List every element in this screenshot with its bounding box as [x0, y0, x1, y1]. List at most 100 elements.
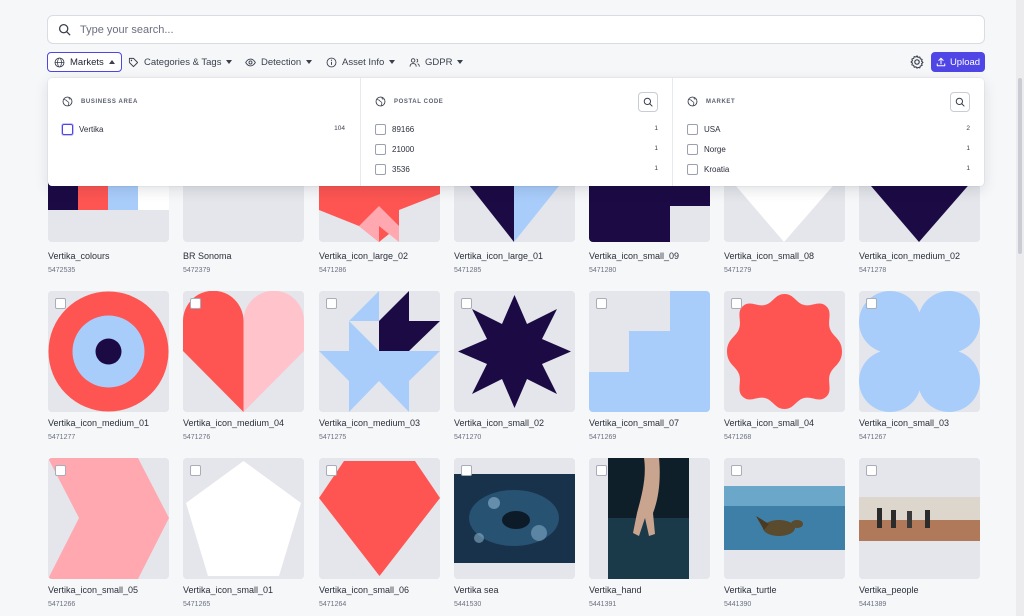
- asset-select-checkbox[interactable]: [731, 298, 742, 309]
- markets-filter-label: Markets: [70, 56, 104, 68]
- search-input[interactable]: [80, 23, 880, 36]
- asset-id: 5441530: [454, 601, 482, 608]
- gdpr-filter-label: GDPR: [425, 56, 453, 68]
- globe-icon: [54, 57, 65, 67]
- postal-code-search-button[interactable]: [638, 92, 658, 112]
- business-area-option-vertika[interactable]: Vertika: [62, 123, 103, 135]
- asset-thumbnail[interactable]: [454, 291, 575, 412]
- checkbox[interactable]: [375, 123, 386, 135]
- asset-name[interactable]: Vertika_icon_small_09: [589, 251, 679, 261]
- asset-thumbnail[interactable]: [183, 291, 304, 412]
- asset-select-checkbox[interactable]: [190, 465, 201, 476]
- asset-name[interactable]: Vertika_icon_small_07: [589, 418, 679, 428]
- asset-name[interactable]: Vertika_icon_small_08: [724, 251, 814, 261]
- asset-name[interactable]: Vertika_colours: [48, 251, 110, 261]
- asset-name[interactable]: Vertika_icon_small_04: [724, 418, 814, 428]
- asset-name[interactable]: Vertika_icon_small_01: [183, 585, 273, 595]
- asset-id: 5471267: [859, 434, 887, 441]
- checkbox[interactable]: [62, 123, 73, 135]
- business-area-heading: BUSINESS AREA: [62, 96, 138, 107]
- asset-id: 5471269: [589, 434, 617, 441]
- asset-select-checkbox[interactable]: [55, 298, 66, 309]
- asset-select-checkbox[interactable]: [326, 465, 337, 476]
- asset-select-checkbox[interactable]: [866, 465, 877, 476]
- postal-code-option[interactable]: 3536: [375, 163, 410, 175]
- filter-toolbar: Markets Categories & Tags Detection Asse…: [47, 52, 985, 72]
- asset-name[interactable]: Vertika_icon_medium_02: [859, 251, 960, 261]
- checkbox[interactable]: [687, 123, 698, 135]
- asset-thumbnail[interactable]: [48, 291, 169, 412]
- asset-thumbnail[interactable]: [724, 458, 845, 579]
- option-count: 2: [966, 125, 970, 132]
- asset-name[interactable]: Vertika_icon_small_06: [319, 585, 409, 595]
- asset-select-checkbox[interactable]: [461, 465, 472, 476]
- asset-thumbnail[interactable]: [454, 458, 575, 579]
- asset-thumbnail[interactable]: [589, 458, 710, 579]
- market-option[interactable]: Norge: [687, 143, 726, 155]
- postal-code-option[interactable]: 89166: [375, 123, 414, 135]
- asset-name[interactable]: Vertika_icon_large_01: [454, 251, 543, 261]
- checkbox[interactable]: [687, 163, 698, 175]
- markets-filter-button[interactable]: Markets: [47, 52, 122, 72]
- option-count: 1: [966, 165, 970, 172]
- asset-thumbnail[interactable]: [589, 291, 710, 412]
- asset-id: 5441390: [724, 601, 752, 608]
- markets-dropdown-panel: BUSINESS AREA Vertika 104 POSTAL CODE 89…: [48, 78, 984, 186]
- asset-name[interactable]: Vertika_hand: [589, 585, 642, 595]
- chevron-down-icon: [389, 60, 396, 64]
- asset-id: 5471280: [589, 267, 617, 274]
- asset-name[interactable]: Vertika_icon_small_03: [859, 418, 949, 428]
- asset-select-checkbox[interactable]: [190, 298, 201, 309]
- asset-thumbnail[interactable]: [859, 291, 980, 412]
- postal-code-heading: POSTAL CODE: [375, 96, 443, 107]
- asset-select-checkbox[interactable]: [596, 465, 607, 476]
- asset-id: 5471266: [48, 601, 76, 608]
- scrollbar-thumb[interactable]: [1018, 78, 1022, 254]
- asset-thumbnail[interactable]: [724, 291, 845, 412]
- categories-tags-filter-label: Categories & Tags: [144, 56, 222, 68]
- search-bar[interactable]: [47, 15, 985, 44]
- gear-icon[interactable]: [909, 54, 925, 70]
- asset-id: 5472535: [48, 267, 76, 274]
- asset-select-checkbox[interactable]: [326, 298, 337, 309]
- gdpr-filter-button[interactable]: GDPR: [403, 52, 469, 72]
- asset-name[interactable]: Vertika_icon_medium_01: [48, 418, 149, 428]
- asset-select-checkbox[interactable]: [461, 298, 472, 309]
- upload-button[interactable]: Upload: [931, 52, 985, 72]
- asset-id: 5471278: [859, 267, 887, 274]
- market-option[interactable]: USA: [687, 123, 720, 135]
- asset-name[interactable]: Vertika_icon_medium_04: [183, 418, 284, 428]
- asset-select-checkbox[interactable]: [596, 298, 607, 309]
- asset-id: 5471265: [183, 601, 211, 608]
- globe-icon: [687, 96, 698, 107]
- market-option[interactable]: Kroatia: [687, 163, 729, 175]
- asset-name[interactable]: Vertika sea: [454, 585, 499, 595]
- asset-name[interactable]: Vertika_icon_medium_03: [319, 418, 420, 428]
- asset-name[interactable]: Vertika_icon_small_05: [48, 585, 138, 595]
- asset-thumbnail[interactable]: [183, 458, 304, 579]
- search-icon: [58, 23, 71, 36]
- detection-filter-button[interactable]: Detection: [239, 52, 318, 72]
- asset-thumbnail[interactable]: [859, 458, 980, 579]
- checkbox[interactable]: [375, 143, 386, 155]
- asset-info-filter-button[interactable]: Asset Info: [320, 52, 401, 72]
- asset-info-filter-label: Asset Info: [342, 56, 385, 68]
- asset-thumbnail[interactable]: [319, 291, 440, 412]
- asset-thumbnail[interactable]: [48, 458, 169, 579]
- asset-select-checkbox[interactable]: [866, 298, 877, 309]
- asset-name[interactable]: Vertika_turtle: [724, 585, 777, 595]
- asset-name[interactable]: Vertika_icon_small_02: [454, 418, 544, 428]
- asset-select-checkbox[interactable]: [731, 465, 742, 476]
- business-area-column: BUSINESS AREA Vertika 104: [48, 78, 360, 186]
- asset-name[interactable]: Vertika_people: [859, 585, 919, 595]
- asset-thumbnail[interactable]: [319, 458, 440, 579]
- asset-name[interactable]: BR Sonoma: [183, 251, 232, 261]
- checkbox[interactable]: [687, 143, 698, 155]
- asset-name[interactable]: Vertika_icon_large_02: [319, 251, 408, 261]
- market-search-button[interactable]: [950, 92, 970, 112]
- checkbox[interactable]: [375, 163, 386, 175]
- postal-code-option[interactable]: 21000: [375, 143, 414, 155]
- asset-select-checkbox[interactable]: [55, 465, 66, 476]
- categories-tags-filter-button[interactable]: Categories & Tags: [122, 52, 238, 72]
- chevron-down-icon: [226, 60, 233, 64]
